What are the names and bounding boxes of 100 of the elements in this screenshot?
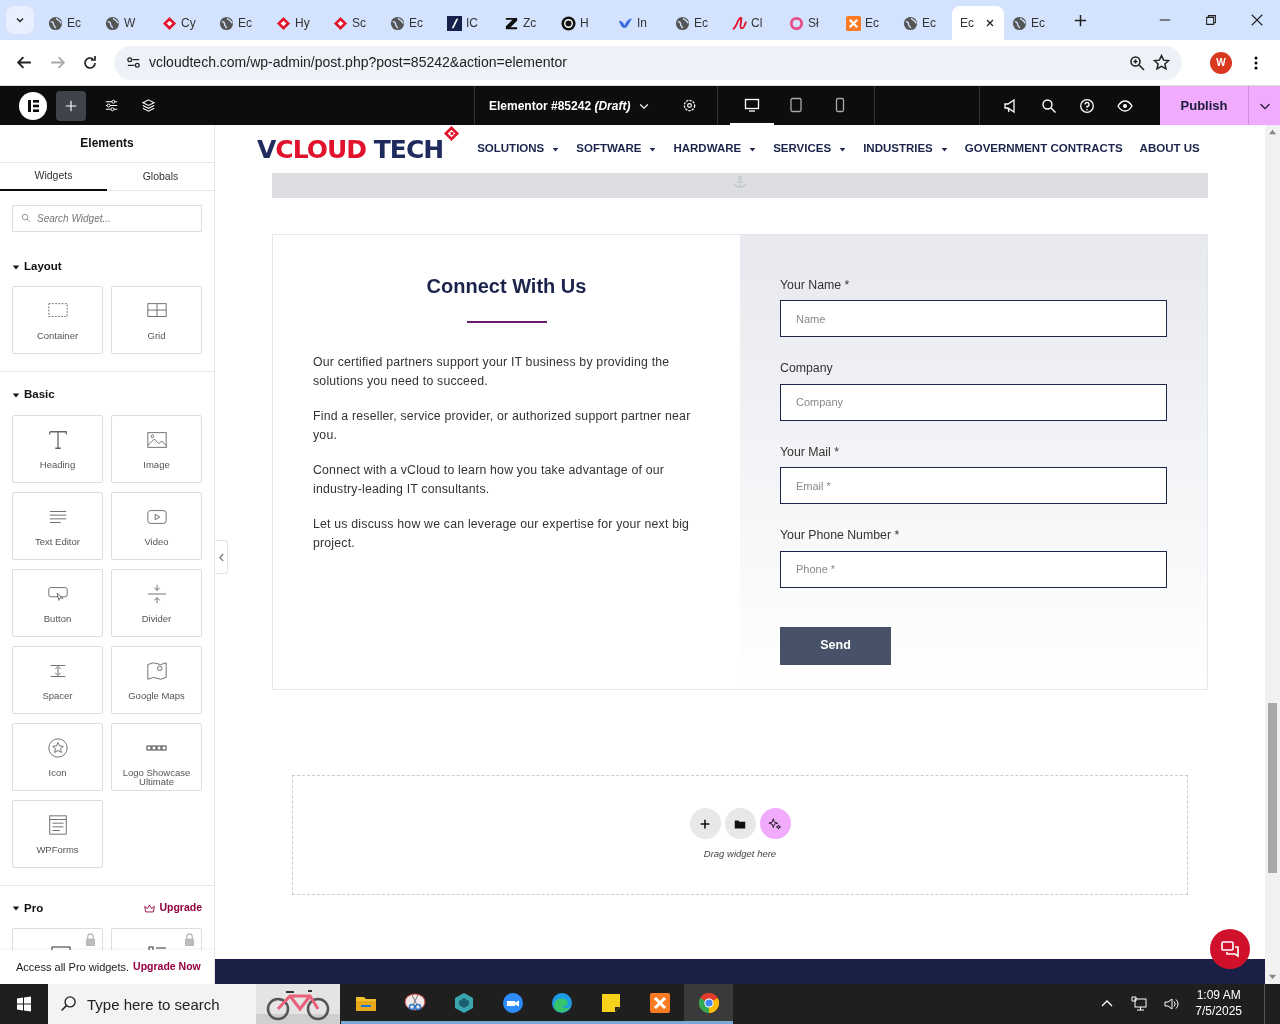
network-icon[interactable] (1131, 996, 1148, 1012)
widget-tile[interactable]: Divider (111, 568, 202, 637)
browser-tab[interactable]: Ec (40, 6, 97, 40)
section-title[interactable]: Layout (24, 258, 62, 276)
browser-tab[interactable]: Ec (667, 6, 724, 40)
add-element-button[interactable] (56, 90, 86, 121)
site-info-icon[interactable] (126, 55, 141, 70)
nav-link[interactable]: HARDWARE (673, 140, 757, 158)
browser-tab[interactable]: In (610, 6, 667, 40)
nav-link[interactable]: SERVICES (773, 140, 847, 158)
nav-link[interactable]: INDUSTRIES (863, 140, 948, 158)
template-library-button[interactable] (724, 808, 756, 840)
xampp-icon (846, 15, 861, 31)
document-title[interactable]: Elementor #85242 (Draft) (489, 96, 631, 115)
paragraph: Our certified partners support your IT business by providing the solutions you need to succeed. (313, 354, 671, 390)
scrollbar[interactable] (1265, 125, 1280, 984)
search-field[interactable]: Search Widget... (12, 205, 202, 232)
publish-button[interactable]: Publish (1160, 86, 1248, 125)
send-button[interactable]: Send (780, 626, 891, 665)
widget-tile[interactable]: Spacer (12, 645, 103, 714)
collapse-panel-handle[interactable] (215, 540, 228, 574)
add-section-button[interactable] (689, 808, 721, 840)
upgrade-now-link[interactable]: Upgrade Now (133, 959, 201, 975)
clock-date[interactable]: 7/5/2025 (1195, 1004, 1242, 1020)
back-arrow-icon[interactable] (16, 54, 33, 71)
caret-icon[interactable] (12, 390, 20, 399)
browser-tab[interactable]: Ec (1004, 6, 1061, 40)
ring-icon (789, 15, 804, 31)
widget-tile[interactable]: WPForms (12, 799, 103, 868)
diamond-icon (333, 15, 348, 31)
browser-tab[interactable]: Zc (496, 6, 553, 40)
caret-icon[interactable] (12, 262, 20, 271)
chat-button[interactable] (1210, 929, 1250, 969)
search-icon[interactable] (1041, 97, 1057, 114)
input-field[interactable]: Company (780, 383, 1167, 421)
browser-tab[interactable]: Ec (838, 6, 895, 40)
scroll-down-icon[interactable] (1268, 972, 1277, 981)
widget-tile[interactable]: Logo Showcase Ultimate (111, 722, 202, 791)
star-icon[interactable] (1153, 54, 1170, 71)
caret-icon[interactable] (12, 904, 20, 913)
input-field[interactable]: Email * (780, 467, 1167, 505)
nav-link[interactable]: GOVERNMENT CONTRACTS (964, 140, 1123, 158)
taskbar-search-field[interactable]: Type here to search (48, 984, 256, 1024)
layers-icon[interactable] (141, 98, 156, 113)
panel-title: Elements (79, 135, 135, 152)
browser-tab[interactable]: H (553, 6, 610, 40)
reload-icon[interactable] (82, 54, 98, 71)
zoom-icon[interactable] (1129, 54, 1145, 71)
section-title[interactable]: Basic (24, 386, 55, 404)
nav-link[interactable]: SOLUTIONS (477, 140, 560, 158)
windows-start-icon[interactable] (16, 996, 32, 1012)
widget-tile[interactable] (111, 927, 202, 951)
widget-tile[interactable]: Icon (12, 722, 103, 791)
browser-tab[interactable]: IC (439, 6, 496, 40)
site-logo[interactable]: VCLOUD TECH (257, 136, 444, 162)
crown-icon (144, 903, 156, 913)
input-field[interactable]: Name (780, 300, 1167, 338)
widget-tile[interactable]: Image (111, 414, 202, 483)
restore-icon[interactable] (1204, 13, 1218, 27)
widget-tile[interactable]: Button (12, 568, 103, 637)
widget-tile[interactable]: Google Maps (111, 645, 202, 714)
widget-tile[interactable]: Video (111, 491, 202, 560)
browser-tab[interactable]: Sc (325, 6, 382, 40)
widget-tile[interactable]: Container (12, 286, 103, 355)
clock-time[interactable]: 1:09 AM (1195, 988, 1242, 1004)
browser-tab[interactable]: Hy (268, 6, 325, 40)
browser-tab[interactable]: Ec (382, 6, 439, 40)
settings-sliders-icon[interactable] (104, 98, 119, 113)
browser-tab[interactable]: Ec (952, 6, 1004, 40)
browser-tab[interactable]: W (97, 6, 154, 40)
globe-icon (1012, 15, 1027, 31)
new-tab-icon[interactable] (1073, 12, 1088, 28)
widget-tile[interactable]: Grid (111, 286, 202, 355)
widget-tile[interactable] (12, 927, 103, 951)
close-icon[interactable] (1250, 13, 1264, 27)
ai-button[interactable] (759, 808, 791, 840)
nav-link[interactable]: SOFTWARE (576, 140, 657, 158)
browser-tab[interactable]: Sł (781, 6, 838, 40)
speaker-icon[interactable] (1163, 996, 1180, 1012)
divider-icon (145, 582, 168, 605)
browser-tab[interactable]: Cl (724, 6, 781, 40)
browser-tab[interactable]: Ec (895, 6, 952, 40)
widget-tile[interactable]: Heading (12, 414, 103, 483)
elementor-logo[interactable] (19, 91, 47, 120)
browser-tab[interactable]: Cy (154, 6, 211, 40)
section-title[interactable]: Pro (24, 899, 44, 917)
eye-icon[interactable] (1117, 97, 1133, 114)
upgrade-link[interactable]: Upgrade (144, 900, 202, 916)
nav-link[interactable]: ABOUT US (1139, 140, 1200, 158)
scroll-thumb[interactable] (1268, 703, 1277, 873)
settings-icon[interactable] (682, 98, 698, 113)
widget-tile[interactable]: Text Editor (12, 491, 103, 560)
input-field[interactable]: Phone * (780, 550, 1167, 588)
scroll-up-icon[interactable] (1268, 128, 1277, 137)
browser-tab[interactable]: Ec (211, 6, 268, 40)
help-icon[interactable] (1079, 97, 1095, 114)
close-icon[interactable] (984, 17, 996, 29)
profile-avatar[interactable]: W (1210, 51, 1232, 74)
search-icon (60, 995, 77, 1012)
taskbar-app[interactable] (684, 984, 733, 1024)
